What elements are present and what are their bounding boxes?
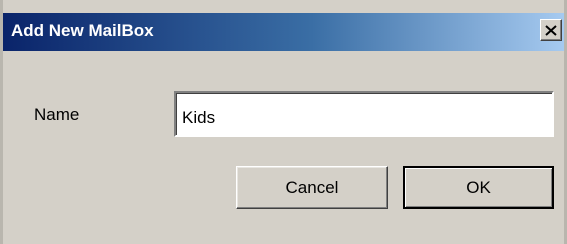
name-label: Name: [34, 105, 80, 124]
close-icon: [545, 24, 557, 36]
ok-button[interactable]: OK: [403, 166, 554, 209]
cancel-button[interactable]: Cancel: [236, 166, 388, 209]
dialog-title: Add New MailBox: [11, 21, 154, 40]
name-input[interactable]: [174, 91, 554, 137]
add-mailbox-dialog: Add New MailBox Name Cancel OK: [0, 0, 567, 244]
title-bar[interactable]: Add New MailBox: [3, 13, 564, 51]
close-button[interactable]: [540, 19, 562, 41]
